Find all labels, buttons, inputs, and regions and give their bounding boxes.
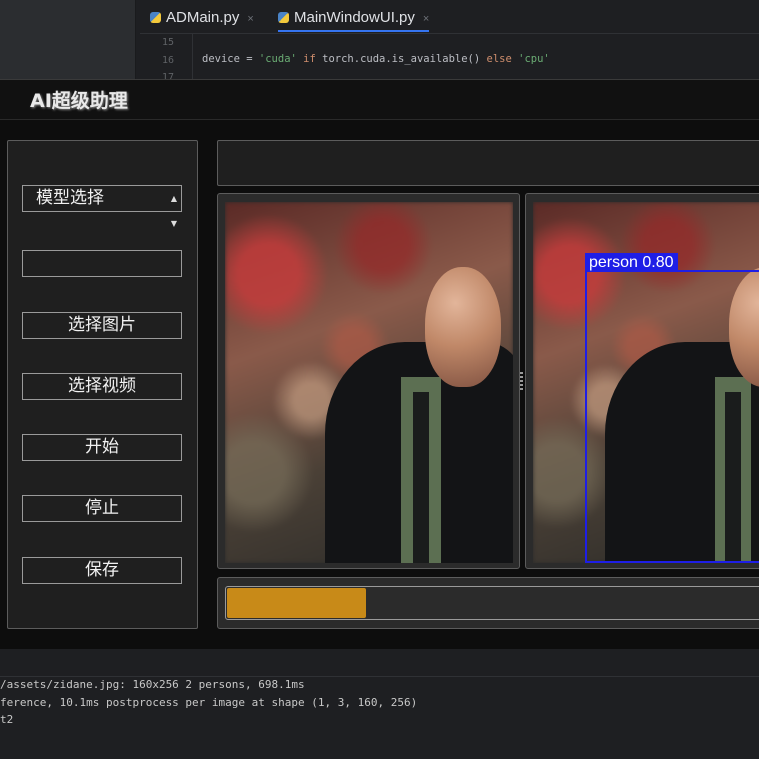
code-token: device = <box>202 53 259 65</box>
console-line: ference, 10.1ms postprocess per image at… <box>0 696 418 709</box>
photo-head <box>425 267 501 387</box>
splitter-handle[interactable] <box>520 372 523 392</box>
code-token: torch.cuda.is_available() <box>322 53 481 65</box>
tab-admain[interactable]: ADMain.py × <box>150 6 254 30</box>
console-toolbar <box>0 649 759 677</box>
detection-box <box>585 270 759 563</box>
tab-mainwindowui[interactable]: MainWindowUI.py × <box>278 6 430 32</box>
dropdown-arrow-icon: ▲ ▼ <box>170 194 177 228</box>
ide-project-pane <box>0 0 136 80</box>
python-file-icon <box>150 12 161 23</box>
code-token: 'cpu' <box>518 53 550 65</box>
original-image-frame <box>217 193 520 569</box>
tab-label: ADMain.py <box>166 9 240 26</box>
console-line: t2 <box>0 713 14 726</box>
original-image <box>225 202 513 563</box>
result-image-frame: person 0.80 <box>525 193 759 569</box>
select-video-button[interactable]: 选择视频 <box>22 373 182 400</box>
line-number: 15 <box>161 37 174 48</box>
python-file-icon <box>278 12 289 23</box>
progress-fill <box>227 588 367 618</box>
tab-label: MainWindowUI.py <box>294 9 415 26</box>
code-token: 'cuda' <box>258 53 297 65</box>
editor-gutter-line <box>192 34 193 80</box>
model-select-dropdown[interactable]: 模型选择 ▲ ▼ <box>22 185 182 228</box>
model-select-value: 模型选择 <box>36 188 104 208</box>
select-image-button[interactable]: 选择图片 <box>22 312 182 339</box>
photo-tie <box>413 392 429 563</box>
result-image: person 0.80 <box>533 202 759 563</box>
detection-label: person 0.80 <box>585 253 678 272</box>
close-icon[interactable]: × <box>423 13 429 25</box>
info-bar <box>217 140 759 186</box>
code-token: if <box>296 53 323 65</box>
console-line: /assets/zidane.jpg: 160x256 2 persons, 6… <box>0 678 305 691</box>
line-number: 16 <box>161 55 174 66</box>
progress-bar <box>225 586 759 620</box>
app-title: AI超级助理 <box>30 90 128 112</box>
save-button[interactable]: 保存 <box>22 557 182 584</box>
code-token: else <box>480 53 519 65</box>
code-line[interactable]: device = 'cuda' if torch.cuda.is_availab… <box>202 53 550 65</box>
path-input[interactable] <box>22 250 182 277</box>
run-console[interactable]: /assets/zidane.jpg: 160x256 2 persons, 6… <box>0 677 759 759</box>
start-button[interactable]: 开始 <box>22 434 182 461</box>
ide-tab-bar: ADMain.py × MainWindowUI.py × <box>140 0 759 34</box>
stop-button[interactable]: 停止 <box>22 495 182 522</box>
close-icon[interactable]: × <box>247 13 253 25</box>
